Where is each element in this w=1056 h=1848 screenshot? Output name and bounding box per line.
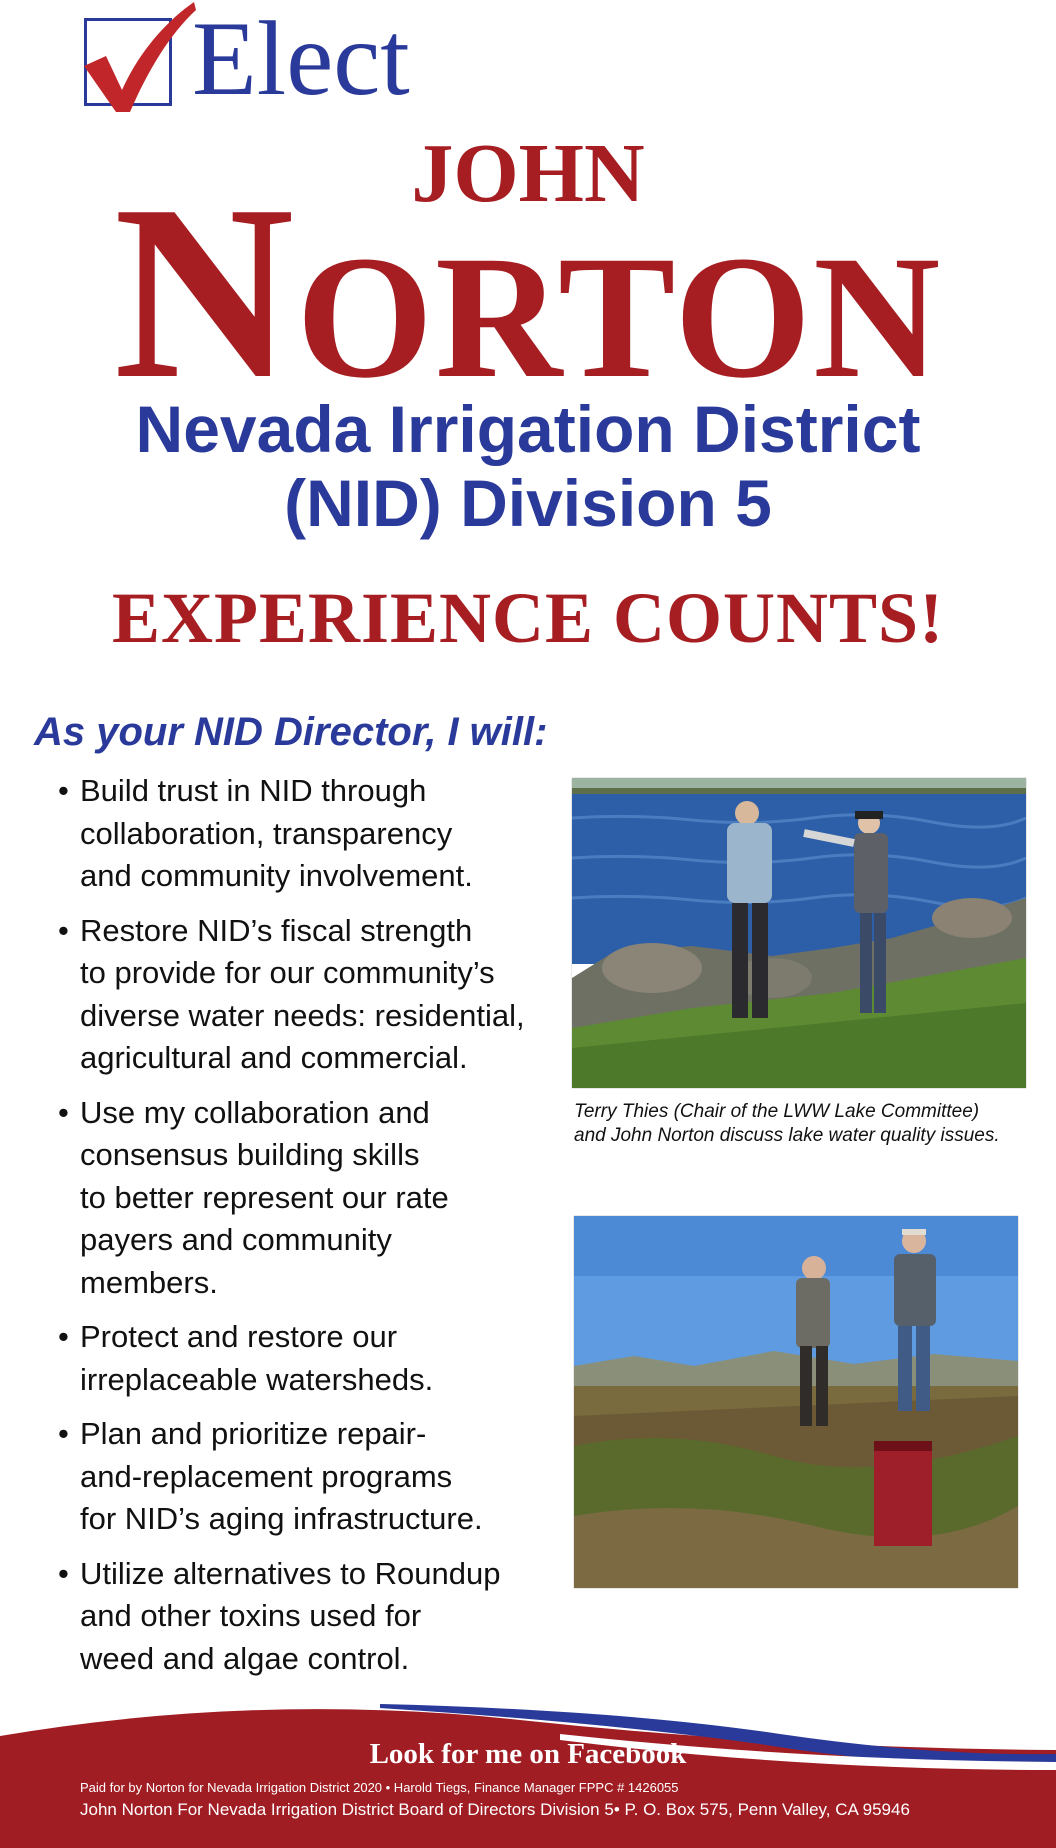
platform-item: • Build trust in NID through collaborati… [54, 770, 564, 898]
footer-banner [0, 1704, 1056, 1848]
bullet-icon: • [58, 912, 69, 948]
platform-item: • Utilize alternatives to Roundup and ot… [54, 1553, 564, 1681]
bullet-icon: • [58, 773, 69, 808]
bullet-icon: • [58, 1319, 69, 1354]
bullet-icon: • [58, 1555, 69, 1591]
district-line-1: Nevada Irrigation District [135, 392, 921, 466]
district-title: Nevada Irrigation District (NID) Divisio… [0, 392, 1056, 540]
platform-item: • Plan and prioritize repair- and-replac… [54, 1413, 564, 1541]
checkmark-icon [84, 2, 196, 112]
candidate-last-name: NORTON [0, 168, 1056, 418]
last-name-rest: ORTON [296, 220, 943, 415]
facebook-callout: Look for me on Facebook [369, 1738, 687, 1770]
platform-item: • Protect and restore our irreplaceable … [54, 1316, 564, 1401]
slogan: EXPERIENCE COUNTS! [111, 578, 945, 658]
platform-list: • Build trust in NID through collaborati… [54, 770, 564, 1692]
platform-intro: As your NID Director, I will: [34, 710, 548, 754]
bullet-icon: • [58, 1416, 69, 1451]
lake-photo-caption: Terry Thies (Chair of the LWW Lake Commi… [574, 1101, 1000, 1146]
bullet-icon: • [58, 1094, 69, 1130]
elect-heading: Elect [192, 0, 410, 117]
field-photo [574, 1216, 1018, 1588]
platform-item: • Restore NID’s fiscal strength to provi… [54, 910, 564, 1080]
district-line-2: (NID) Division 5 [284, 466, 772, 540]
campaign-address: John Norton For Nevada Irrigation Distri… [80, 1800, 910, 1819]
paid-for-disclaimer: Paid for by Norton for Nevada Irrigation… [80, 1780, 679, 1795]
lake-photo [572, 778, 1026, 1088]
last-name-initial: N [113, 154, 297, 431]
platform-item: • Use my collaboration and consensus bui… [54, 1092, 564, 1305]
